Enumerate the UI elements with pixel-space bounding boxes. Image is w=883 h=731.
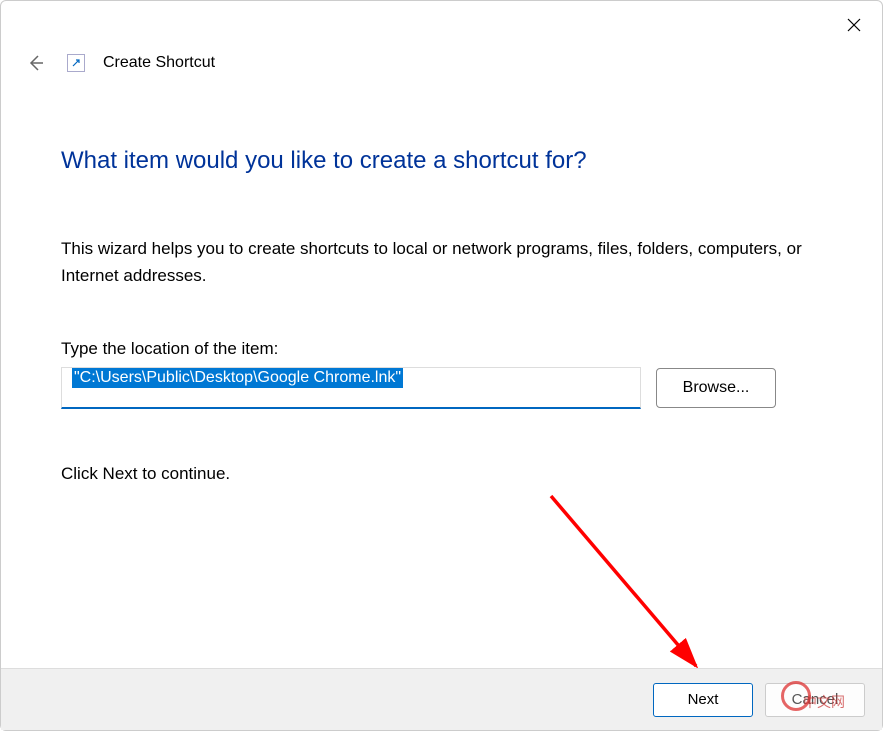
wizard-content: What item would you like to create a sho… (1, 87, 882, 484)
shortcut-icon (67, 54, 85, 72)
close-button[interactable] (838, 9, 870, 41)
next-button[interactable]: Next (653, 683, 753, 717)
browse-button[interactable]: Browse... (656, 368, 776, 408)
location-input[interactable]: "C:\Users\Public\Desktop\Google Chrome.l… (61, 367, 641, 409)
back-arrow-icon (25, 53, 45, 73)
wizard-heading: What item would you like to create a sho… (61, 147, 822, 175)
annotation-arrow (541, 486, 741, 696)
wizard-footer: Next Cancel (1, 668, 882, 730)
wizard-title: Create Shortcut (103, 54, 215, 72)
cancel-button[interactable]: Cancel (765, 683, 865, 717)
location-input-value: "C:\Users\Public\Desktop\Google Chrome.l… (72, 368, 403, 388)
location-label: Type the location of the item: (61, 339, 822, 359)
location-row: "C:\Users\Public\Desktop\Google Chrome.l… (61, 367, 822, 409)
close-icon (847, 18, 861, 32)
titlebar (1, 1, 882, 49)
wizard-header: Create Shortcut (1, 49, 882, 87)
continue-text: Click Next to continue. (61, 464, 822, 484)
wizard-description: This wizard helps you to create shortcut… (61, 235, 822, 289)
back-button[interactable] (21, 49, 49, 77)
